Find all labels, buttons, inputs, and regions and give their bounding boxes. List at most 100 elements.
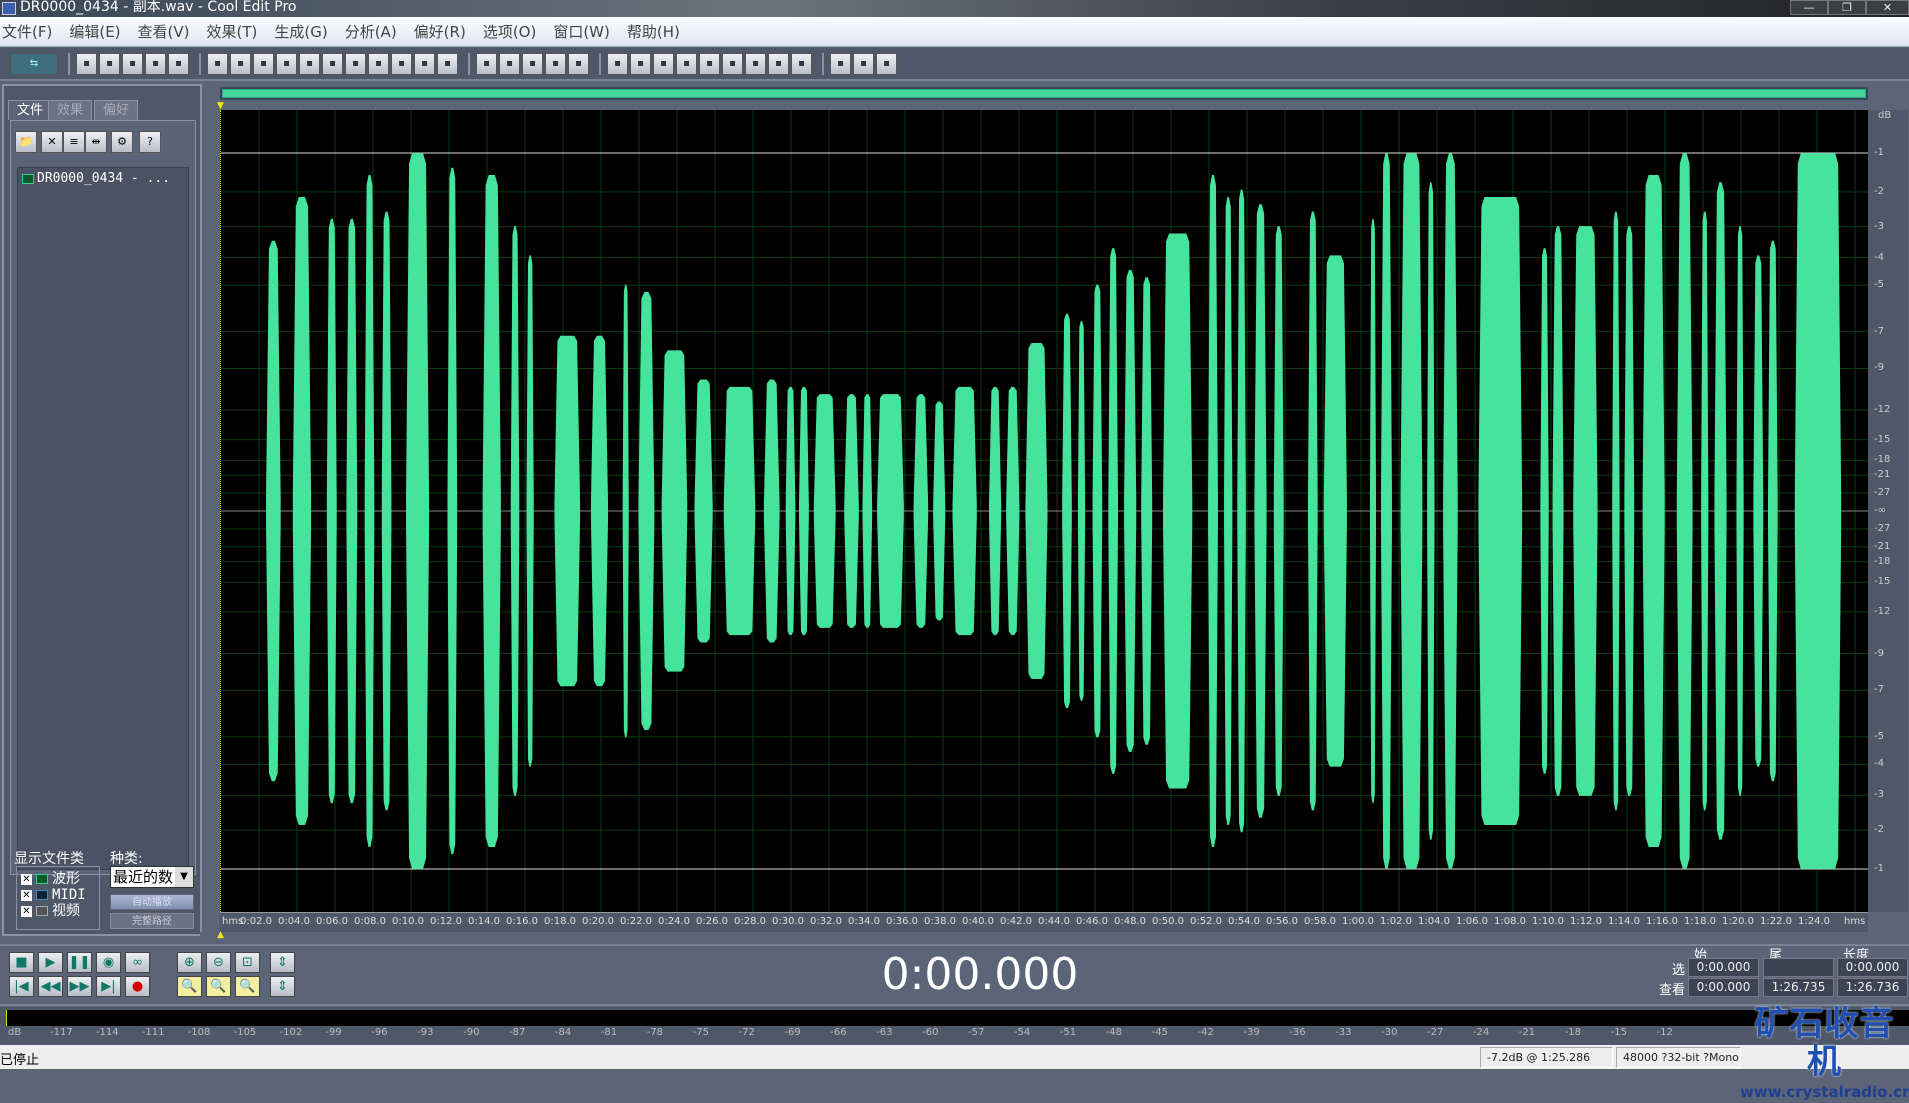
new-file-button[interactable]: ▪ [76, 52, 97, 75]
zoom-in-button[interactable]: ⊕ [177, 952, 202, 973]
pause-button[interactable]: ❚❚ [67, 952, 92, 973]
show-status-button[interactable]: ▪ [653, 52, 674, 75]
maximize-button[interactable]: ❐ [1828, 0, 1866, 15]
tab-files[interactable]: 文件 [8, 100, 53, 120]
multitrack-toggle-icon: ⇆ [29, 57, 39, 69]
tab-effects[interactable]: 效果 [48, 100, 93, 120]
type-midi-checkbox[interactable]: ✕ MIDI [21, 887, 95, 903]
insert-multitrack-button[interactable]: ≡ [63, 131, 85, 153]
cue-list-button[interactable]: ▪ [522, 52, 543, 75]
zoom-selection-button[interactable]: 🔍 [235, 976, 260, 997]
settings-button[interactable]: ▪ [830, 52, 851, 75]
loop-button[interactable]: ∞ [125, 952, 150, 973]
zoom-left-button[interactable]: 🔍 [177, 976, 202, 997]
time-button[interactable]: ▪ [722, 52, 743, 75]
menu-item[interactable]: 编辑(E) [69, 21, 120, 42]
record-button[interactable]: ● [125, 976, 150, 997]
options-button[interactable]: ⚙ [111, 131, 133, 153]
open-file-button[interactable]: ▪ [99, 52, 120, 75]
go-to-end-button[interactable]: ▶| [96, 976, 121, 997]
spectral-view-button[interactable]: ▪ [476, 52, 497, 75]
fast-forward-button[interactable]: ▶▶ [67, 976, 92, 997]
zoom-full-button[interactable]: ⊡ [235, 952, 260, 973]
blank-button[interactable]: ▪ [791, 52, 812, 75]
rewind-icon: ◀◀ [40, 979, 61, 994]
paste-button[interactable]: ▪ [345, 52, 366, 75]
close-file-button[interactable]: ▪ [122, 52, 143, 75]
waveform-display[interactable] [220, 110, 1869, 912]
paste-new-button[interactable]: ▪ [368, 52, 389, 75]
go-to-start-button[interactable]: |◀ [9, 976, 34, 997]
undo-button[interactable]: ▪ [207, 52, 228, 75]
copy-button[interactable]: ▪ [299, 52, 320, 75]
trim-button[interactable]: ▪ [414, 52, 435, 75]
time-tick-label: 0:02.0 [240, 916, 272, 927]
save-file-button[interactable]: ▪ [145, 52, 166, 75]
levels-button[interactable]: ▪ [745, 52, 766, 75]
menu-item[interactable]: 分析(A) [345, 21, 397, 42]
close-button[interactable]: ✕ [1866, 0, 1909, 15]
cut-button[interactable]: ▪ [322, 52, 343, 75]
redo-button[interactable]: ▪ [230, 52, 251, 75]
menu-item[interactable]: 查看(V) [138, 21, 190, 42]
minimize-button[interactable]: — [1790, 0, 1828, 15]
file-list-item[interactable]: DR0000_0434 - ... [18, 168, 188, 189]
menu-item[interactable]: 文件(F) [2, 21, 52, 42]
horizontal-scroll-strip[interactable]: ▲ [200, 930, 1909, 942]
level-tick-label: -60 [922, 1027, 939, 1038]
auto-play-button[interactable]: 自动播放 [110, 894, 194, 910]
menu-item[interactable]: 选项(O) [483, 21, 537, 42]
help-button[interactable]: ? [139, 131, 161, 153]
help-button[interactable]: ▪ [876, 52, 897, 75]
tab-favorites[interactable]: 偏好 [94, 100, 139, 120]
zoom-out-button[interactable]: ⊖ [206, 952, 231, 973]
menu-item[interactable]: 效果(T) [207, 21, 258, 42]
selection-end-field[interactable]: 1:26.735 [1763, 978, 1834, 997]
play-to-end-button[interactable]: ◉ [96, 952, 121, 973]
waveform-view-button[interactable]: ▪ [499, 52, 520, 75]
selection-begin-field[interactable]: 0:00.000 [1688, 978, 1759, 997]
scripts-button[interactable]: ▪ [853, 52, 874, 75]
zoom-out-vertical-button[interactable]: ⇕ [270, 976, 295, 997]
play-list-button[interactable]: ▪ [545, 52, 566, 75]
copy-to-new-button[interactable]: ▪ [276, 52, 297, 75]
insert-playlist-button[interactable]: ⇹ [85, 131, 107, 153]
repeat-button[interactable]: ▪ [253, 52, 274, 75]
zoom-button[interactable]: ▪ [699, 52, 720, 75]
zoom-in-vertical-button[interactable]: ⇕ [270, 952, 295, 973]
time-tick-label: 0:28.0 [734, 916, 766, 927]
menu-item[interactable]: 窗口(W) [553, 21, 610, 42]
selection-end-field[interactable] [1763, 958, 1834, 977]
show-frequency-button[interactable]: ▪ [607, 52, 628, 75]
meter-button[interactable]: ▪ [768, 52, 789, 75]
type-waveform-checkbox[interactable]: ✕ 波形 [21, 871, 95, 887]
selection-length-field[interactable]: 1:26.736 [1837, 978, 1908, 997]
rewind-button[interactable]: ◀◀ [38, 976, 63, 997]
transport-button[interactable]: ▪ [676, 52, 697, 75]
selection-length-field[interactable]: 0:00.000 [1837, 958, 1908, 977]
waveform-svg [221, 110, 1869, 912]
mix-paste-button[interactable]: ▪ [391, 52, 412, 75]
stop-button[interactable]: ■ [9, 952, 34, 973]
overview-bar[interactable] [220, 87, 1868, 100]
multitrack-toggle-button[interactable]: ⇆ [10, 52, 58, 75]
menu-item[interactable]: 偏好(R) [414, 21, 466, 42]
loop-icon: ∞ [132, 955, 143, 970]
menu-item[interactable]: 帮助(H) [627, 21, 680, 42]
selection-begin-field[interactable]: 0:00.000 [1688, 958, 1759, 977]
close-file-button[interactable]: ✕ [41, 131, 63, 153]
save-all-button[interactable]: ▪ [168, 52, 189, 75]
type-video-checkbox[interactable]: ✕ 视频 [21, 903, 95, 919]
show-info-button[interactable]: ▪ [630, 52, 651, 75]
play-button[interactable]: ▶ [38, 952, 63, 973]
end-marker-icon[interactable]: ▲ [217, 930, 224, 940]
menu-item[interactable]: 生成(G) [274, 21, 327, 42]
waveform-burst [1308, 211, 1318, 811]
sort-dropdown[interactable]: 最近的数 ▼ [110, 866, 194, 888]
marker-list-button[interactable]: ▪ [568, 52, 589, 75]
time-ruler[interactable]: hms hms 0:02.0 0:04.0 0:06.0 0:08.0 0:10.0 0:12… [220, 912, 1868, 932]
zoom-right-button[interactable]: 🔍 [206, 976, 231, 997]
open-folder-button[interactable]: 📁 [15, 131, 37, 153]
snap-button[interactable]: ▪ [437, 52, 458, 75]
full-path-button[interactable]: 完整路径 [110, 913, 194, 929]
